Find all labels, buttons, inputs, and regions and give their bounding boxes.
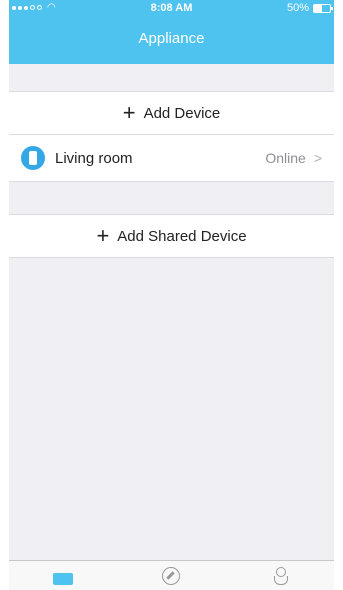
add-shared-device-label: Add Shared Device xyxy=(117,227,247,245)
add-shared-device-button[interactable]: + Add Shared Device xyxy=(9,214,334,258)
chevron-right-icon: > xyxy=(313,150,322,166)
add-device-button[interactable]: + Add Device xyxy=(9,91,334,135)
top-bar: ◠ 8:08 AM 50% Appliance xyxy=(0,0,343,64)
battery-indicator: 50% xyxy=(286,2,333,14)
left-edge xyxy=(0,0,9,590)
app-screen: ◠ 8:08 AM 50% Appliance + Add Device Liv… xyxy=(0,0,343,590)
add-device-label: Add Device xyxy=(143,104,221,122)
device-status-group: Online > xyxy=(265,150,322,166)
compass-tab-icon xyxy=(162,567,181,585)
tab-bar xyxy=(9,560,334,590)
device-info: Living room xyxy=(21,146,133,170)
page-title: Appliance xyxy=(138,30,205,47)
device-icon xyxy=(21,146,45,170)
user-tab-icon xyxy=(273,567,288,585)
battery-percent: 50% xyxy=(286,2,309,14)
battery-icon xyxy=(313,3,333,13)
plus-icon: + xyxy=(122,100,136,125)
tab-profile[interactable] xyxy=(260,562,300,590)
plus-icon: + xyxy=(96,223,110,248)
status-bar: ◠ 8:08 AM 50% xyxy=(0,0,343,20)
tab-discover[interactable] xyxy=(151,562,191,590)
appliance-tab-icon xyxy=(53,573,74,585)
tab-appliance[interactable] xyxy=(43,562,83,590)
device-status: Online xyxy=(265,150,306,166)
device-row-living-room[interactable]: Living room Online > xyxy=(9,134,334,182)
right-edge xyxy=(334,0,343,590)
device-name: Living room xyxy=(55,149,133,167)
